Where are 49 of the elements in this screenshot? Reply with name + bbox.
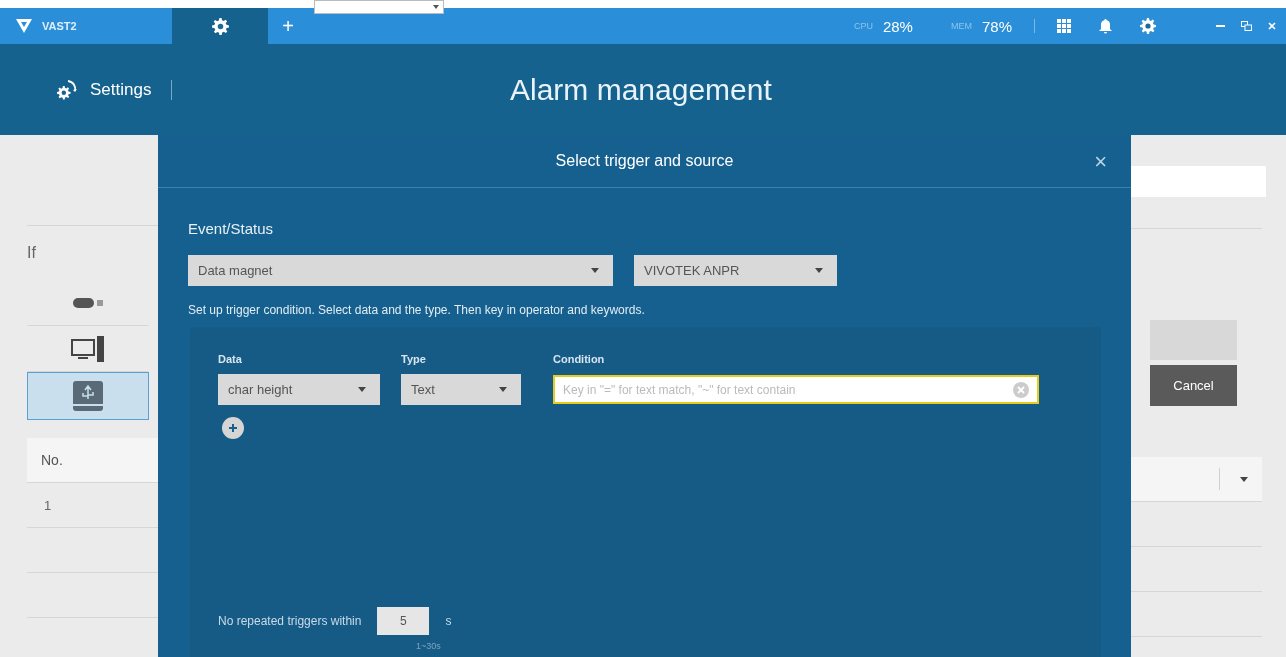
gear-icon: [211, 17, 229, 35]
dialog-title: Select trigger and source: [555, 152, 734, 170]
cancel-button[interactable]: Cancel: [1150, 365, 1237, 406]
source-option[interactable]: [27, 372, 149, 420]
apps-grid-icon[interactable]: [1057, 19, 1071, 33]
settings-icon: [56, 78, 78, 101]
if-label: If: [26, 243, 37, 263]
source-dropdown[interactable]: VIVOTEK ANPR: [634, 255, 837, 286]
event-status-label: Event/Status: [188, 220, 275, 237]
close-icon[interactable]: [1268, 22, 1276, 30]
range-hint: 1~30s: [416, 641, 442, 651]
memory-label: MEM: [950, 21, 972, 31]
add-condition-button[interactable]: [222, 417, 244, 439]
condition-field[interactable]: Key in "=" for text match, "~" for text contain: [553, 375, 1039, 404]
type-dropdown[interactable]: Text: [401, 374, 521, 405]
bell-icon[interactable]: [1099, 18, 1112, 34]
settings-tab[interactable]: [172, 8, 268, 44]
unit-label: s: [445, 614, 452, 628]
memory-usage: 78%: [981, 17, 1012, 35]
close-button[interactable]: ×: [1090, 149, 1111, 175]
gear-icon: [1140, 18, 1156, 34]
column-label: Data: [218, 353, 243, 365]
plus-icon: [228, 423, 238, 433]
repeat-label: No repeated triggers within: [218, 614, 362, 628]
name-field[interactable]: [1131, 166, 1266, 197]
logo-icon: [16, 19, 32, 33]
column-label: Type: [401, 353, 427, 365]
caret-icon: [591, 268, 599, 273]
new-tab-button[interactable]: +: [268, 8, 308, 44]
page-title: Alarm management: [510, 72, 772, 107]
usb-drive-icon: [72, 380, 104, 412]
section-title: Settings: [90, 79, 152, 100]
repeat-interval-field[interactable]: 5: [377, 607, 430, 635]
caret-icon: [499, 387, 507, 392]
caret-icon: [433, 4, 439, 10]
cpu-usage: 28%: [882, 17, 913, 35]
caret-icon: [815, 268, 823, 273]
caret-icon: [1240, 476, 1248, 482]
computer-icon: [71, 336, 105, 362]
instruction-text: Set up trigger condition. Select data and the type. Then key in operator and keywords.: [188, 303, 646, 317]
cpu-label: CPU: [853, 21, 873, 31]
app-name: VAST2: [42, 20, 77, 32]
camera-icon: [73, 298, 103, 308]
column-header: No.: [27, 438, 158, 483]
caret-icon: [358, 387, 366, 392]
event-dropdown[interactable]: Data magnet: [188, 255, 613, 286]
restore-icon[interactable]: [1241, 21, 1252, 31]
column-label: Condition: [553, 353, 606, 365]
data-dropdown[interactable]: char height: [218, 374, 380, 405]
